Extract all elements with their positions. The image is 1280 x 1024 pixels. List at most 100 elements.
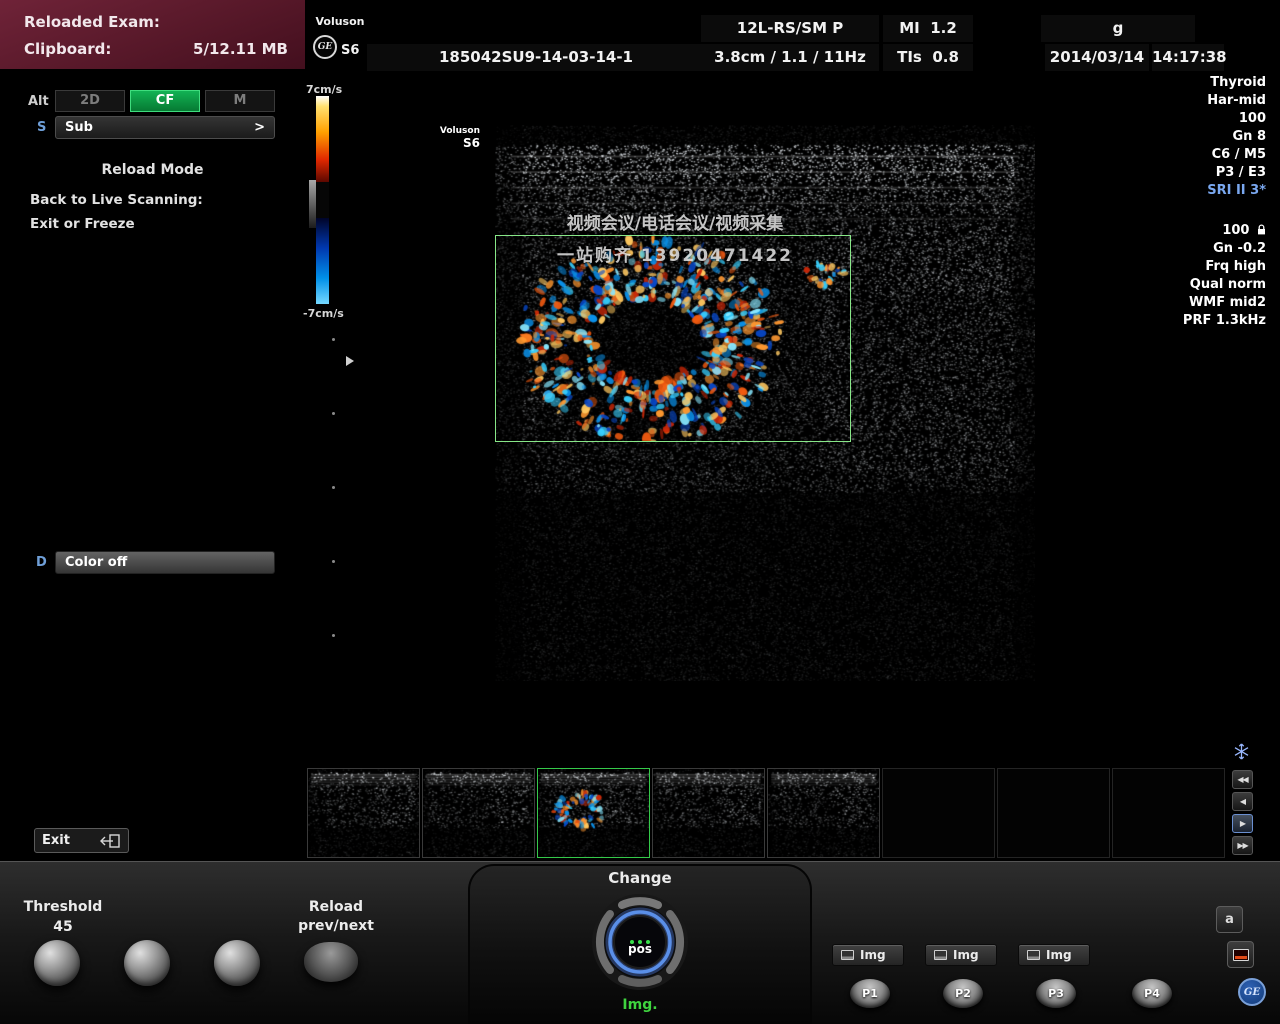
param-harmonics: Har-mid bbox=[1183, 92, 1266, 110]
color-off-button[interactable]: Color off bbox=[55, 551, 275, 574]
hint-line-1: Back to Live Scanning: bbox=[30, 192, 203, 208]
panel-highlight bbox=[0, 861, 1280, 862]
sub-dropdown-value: Sub bbox=[65, 120, 93, 135]
thumbnail-slot-empty[interactable] bbox=[1112, 768, 1225, 858]
img-button-2[interactable]: Img bbox=[925, 944, 997, 966]
img-button-1-label: Img bbox=[860, 948, 886, 962]
img-button-1[interactable]: Img bbox=[832, 944, 904, 966]
mi-label: MI bbox=[899, 19, 920, 37]
param-cf-frq: Frq high bbox=[1183, 258, 1266, 276]
thumbnail-image bbox=[538, 769, 649, 857]
advert-watermark-line1: 视频会议/电话会议/视频采集 bbox=[495, 209, 855, 234]
reload-sub-label: prev/next bbox=[293, 918, 379, 934]
reload-label: Reload bbox=[293, 899, 379, 915]
param-c6-m5: C6 / M5 bbox=[1183, 146, 1266, 164]
sub-dropdown[interactable]: Sub > bbox=[55, 116, 275, 139]
reloaded-exam-label: Reloaded Exam: bbox=[24, 13, 160, 31]
trackball-bottom-arc-key bbox=[622, 979, 658, 983]
probe-watermark: Voluson S6 bbox=[425, 126, 480, 150]
thumbnail-5[interactable] bbox=[767, 768, 880, 858]
filmstrip-last-button[interactable]: ▶▶ bbox=[1232, 836, 1253, 855]
clipboard-monitor-key[interactable] bbox=[1227, 941, 1254, 968]
thumbnail-image bbox=[423, 769, 534, 857]
thumbnail-image bbox=[653, 769, 764, 857]
exam-header: Reloaded Exam: Clipboard: 5/12.11 MB bbox=[0, 0, 305, 70]
param-p3-e3: P3 / E3 bbox=[1183, 164, 1266, 182]
tis-value: 0.8 bbox=[932, 48, 959, 66]
thumbnail-2[interactable] bbox=[422, 768, 535, 858]
img-button-3-label: Img bbox=[1046, 948, 1072, 962]
clipboard-usage: 5/12.11 MB bbox=[193, 40, 288, 58]
depth-tick bbox=[332, 560, 335, 563]
param-cf-quality: Qual norm bbox=[1183, 276, 1266, 294]
time-display: 14:17:38 bbox=[1152, 44, 1224, 71]
p1-button[interactable]: P1 bbox=[850, 979, 890, 1008]
d-label: D bbox=[36, 555, 47, 570]
exam-id: 185042SU9-14-03-14-1 bbox=[367, 44, 705, 71]
filmstrip-first-button[interactable]: ◀◀ bbox=[1232, 770, 1253, 789]
focus-marker[interactable] bbox=[346, 356, 354, 366]
mode-button-2d[interactable]: 2D bbox=[55, 90, 125, 112]
color-roi-box[interactable] bbox=[495, 235, 851, 442]
chevron-right-icon: > bbox=[254, 120, 265, 135]
probe-watermark-model: S6 bbox=[425, 136, 480, 150]
status-bar: Voluson GE S6 185042SU9-14-03-14-1 12L-R… bbox=[305, 15, 1280, 72]
a-key[interactable]: a bbox=[1216, 906, 1243, 933]
trackball-mode-label: pos bbox=[620, 942, 660, 956]
img-button-2-label: Img bbox=[953, 948, 979, 962]
p3-button[interactable]: P3 bbox=[1036, 979, 1076, 1008]
thumbnail-4[interactable] bbox=[652, 768, 765, 858]
thumbnail-slot-empty[interactable] bbox=[997, 768, 1110, 858]
mode-button-cf[interactable]: CF bbox=[130, 90, 200, 112]
param-cf-wmf: WMF mid2 bbox=[1183, 294, 1266, 312]
exit-button[interactable]: Exit bbox=[34, 828, 129, 853]
monitor-icon bbox=[1233, 949, 1249, 961]
param-cf-power: 100 bbox=[1183, 222, 1266, 240]
param-b-gain: Gn 8 bbox=[1183, 128, 1266, 146]
thumbnail-1[interactable] bbox=[307, 768, 420, 858]
colorbar-baseline bbox=[316, 182, 329, 218]
param-sri: SRI II 3* bbox=[1183, 182, 1266, 200]
depth-tick bbox=[332, 412, 335, 415]
ge-logo-icon: GE bbox=[313, 35, 337, 59]
thumbnail-3-selected[interactable] bbox=[537, 768, 650, 858]
brand-label: Voluson bbox=[311, 15, 369, 29]
exit-return-icon bbox=[99, 833, 121, 849]
tis-label: TIs bbox=[897, 48, 922, 66]
alt-label: Alt bbox=[28, 94, 49, 109]
rotary-knob-3[interactable] bbox=[214, 940, 260, 986]
probe-name: 12L-RS/SM P bbox=[701, 15, 879, 42]
image-icon bbox=[1027, 950, 1040, 960]
gray-scale-bar bbox=[309, 180, 316, 228]
reload-prev-next-knob[interactable] bbox=[304, 942, 358, 982]
scan-parameters: Thyroid Har-mid 100 Gn 8 C6 / M5 P3 / E3… bbox=[1183, 74, 1266, 330]
trackball-top-arc-key bbox=[622, 901, 658, 905]
ge-menu-key[interactable]: GE bbox=[1238, 978, 1266, 1006]
lock-icon bbox=[1257, 224, 1266, 235]
exit-button-label: Exit bbox=[42, 833, 70, 848]
image-icon bbox=[841, 950, 854, 960]
p4-button[interactable]: P4 bbox=[1132, 979, 1172, 1008]
advert-watermark-line2: 一站购齐 13920471422 bbox=[495, 241, 855, 266]
thumbnail-slot-empty[interactable] bbox=[882, 768, 995, 858]
scan-settings: 3.8cm / 1.1 / 11Hz bbox=[701, 44, 879, 71]
filmstrip-prev-button[interactable]: ◀ bbox=[1232, 792, 1253, 811]
img-button-3[interactable]: Img bbox=[1018, 944, 1090, 966]
image-icon bbox=[934, 950, 947, 960]
param-application: Thyroid bbox=[1183, 74, 1266, 92]
colorbar-negative bbox=[316, 218, 329, 304]
clipboard-filmstrip bbox=[305, 764, 1280, 860]
param-cf-prf: PRF 1.3kHz bbox=[1183, 312, 1266, 330]
filmstrip-next-button[interactable]: ▶ bbox=[1232, 814, 1253, 833]
tis-readout: TIs 0.8 bbox=[883, 44, 973, 71]
change-label: Change bbox=[560, 869, 720, 887]
mode-button-m[interactable]: M bbox=[205, 90, 275, 112]
rotary-knob-1[interactable] bbox=[34, 940, 80, 986]
thumbnail-image bbox=[308, 769, 419, 857]
colorbar-positive bbox=[316, 96, 329, 182]
thumbnail-image bbox=[768, 769, 879, 857]
rotary-knob-2[interactable] bbox=[124, 940, 170, 986]
p2-button[interactable]: P2 bbox=[943, 979, 983, 1008]
depth-tick bbox=[332, 486, 335, 489]
section-title: Reload Mode bbox=[0, 162, 305, 178]
